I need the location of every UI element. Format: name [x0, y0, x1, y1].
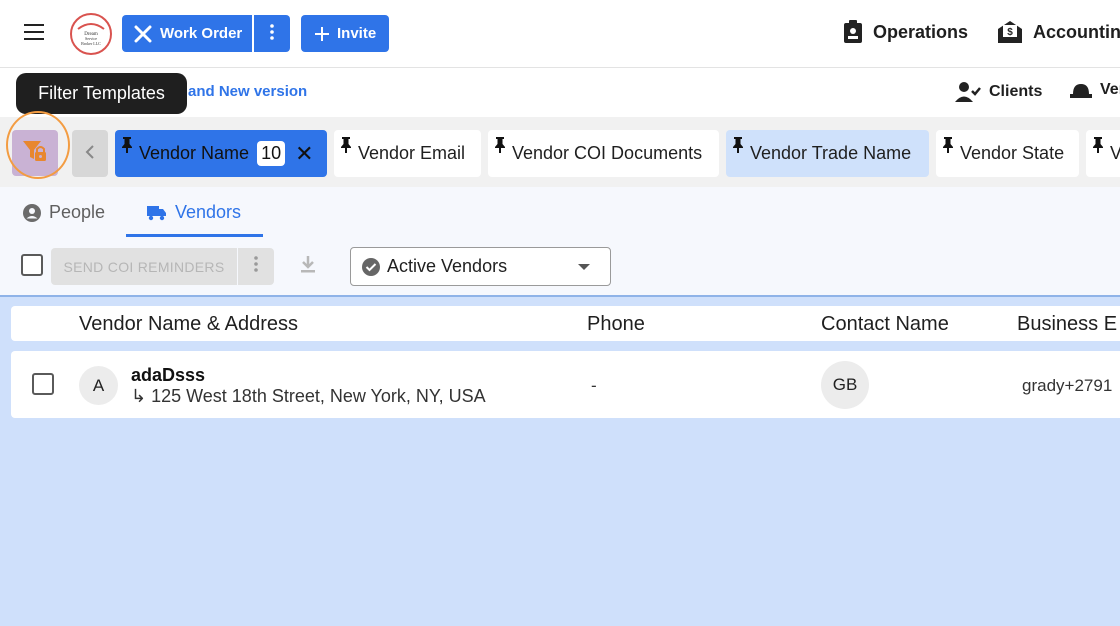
pin-icon: [121, 136, 133, 154]
send-coi-more-button[interactable]: [238, 248, 274, 285]
close-icon[interactable]: ✕: [295, 141, 313, 167]
vendor-status-select[interactable]: Active Vendors: [350, 247, 611, 286]
chip-count-badge: 10: [257, 141, 286, 166]
operations-label: Operations: [873, 21, 969, 42]
filter-chip-vendor-coi-documents[interactable]: Vendor COI Documents: [488, 130, 719, 177]
send-coi-reminders-button[interactable]: SEND COI REMINDERS: [51, 248, 237, 285]
filter-chip-vendor-state[interactable]: Vendor State: [936, 130, 1079, 177]
work-order-label: Work Order: [160, 25, 243, 42]
nav-accounting[interactable]: $ Accountin: [997, 20, 1120, 44]
download-icon[interactable]: [298, 254, 318, 279]
caret-down-icon: [578, 264, 590, 270]
pin-icon: [942, 136, 954, 154]
work-order-button[interactable]: Work Order: [122, 15, 252, 52]
nav-operations[interactable]: Operations: [843, 20, 968, 44]
chip-label: V: [1110, 143, 1120, 163]
business-email-cell: grady+2791: [1022, 376, 1113, 395]
column-header-vendor-name-address[interactable]: Vendor Name & Address: [79, 313, 298, 336]
select-all-checkbox[interactable]: [21, 254, 43, 276]
filter-lock-icon: [22, 139, 48, 168]
pin-icon: [494, 136, 506, 154]
more-vertical-icon: [254, 256, 258, 277]
chip-label: Vendor COI Documents: [512, 143, 703, 163]
vendor-address: ↳ 125 West 18th Street, New York, NY, US…: [131, 386, 486, 406]
clients-label: Clients: [989, 83, 1043, 100]
chip-label: Vendor State: [960, 143, 1065, 163]
clipboard-icon: [843, 20, 863, 44]
phone-cell: -: [591, 376, 597, 395]
accounting-label: Accountin: [1033, 21, 1120, 42]
invite-label: Invite: [337, 25, 377, 42]
tools-icon: [134, 25, 152, 43]
table-area: [0, 295, 1120, 626]
chip-label: Vendor Name: [139, 143, 250, 163]
money-envelope-icon: $: [997, 20, 1023, 44]
vendor-name[interactable]: adaDsss: [131, 365, 205, 386]
nav-vendors[interactable]: Ver: [1070, 81, 1120, 99]
user-check-icon: [955, 81, 981, 103]
column-header-contact-name[interactable]: Contact Name: [821, 313, 949, 336]
column-header-business-email[interactable]: Business E: [1017, 313, 1117, 336]
hard-hat-icon: [1070, 81, 1092, 99]
chevron-left-icon: [85, 143, 95, 164]
menu-icon[interactable]: [24, 24, 46, 42]
tab-vendors-label: Vendors: [175, 202, 242, 222]
nav-clients[interactable]: Clients: [955, 81, 1042, 103]
vendors-nav-label: Ver: [1100, 81, 1120, 98]
filter-chip-vendor-name[interactable]: Vendor Name 10 ✕: [115, 130, 327, 177]
svg-text:Broker LLC: Broker LLC: [81, 41, 101, 46]
pin-icon: [1092, 136, 1104, 154]
new-version-link[interactable]: and New version: [188, 83, 307, 100]
avatar: A: [79, 366, 118, 405]
tab-people[interactable]: People: [23, 202, 105, 223]
scroll-left-button[interactable]: [72, 130, 108, 177]
select-value: Active Vendors: [387, 256, 508, 276]
more-vertical-icon: [270, 23, 274, 44]
row-checkbox[interactable]: [32, 373, 54, 395]
truck-icon: [147, 205, 167, 221]
pin-icon: [732, 136, 744, 154]
svg-text:$: $: [1007, 27, 1013, 38]
plus-icon: [315, 26, 329, 41]
contact-avatar[interactable]: GB: [821, 361, 869, 409]
logo-mark: Dream Service Broker LLC: [77, 23, 105, 46]
chip-label: Vendor Trade Name: [750, 143, 912, 163]
filter-chip-vendor-email[interactable]: Vendor Email: [334, 130, 481, 177]
work-order-more-button[interactable]: [254, 15, 290, 52]
filter-templates-button[interactable]: [12, 130, 58, 176]
tab-people-label: People: [49, 202, 106, 222]
chip-label: Vendor Email: [358, 143, 466, 163]
tab-vendors[interactable]: Vendors: [147, 202, 241, 223]
filter-chip-partial[interactable]: V: [1086, 130, 1120, 177]
check-circle-icon: [361, 257, 381, 277]
filter-templates-tooltip: Filter Templates: [16, 73, 187, 114]
filter-chip-vendor-trade-name[interactable]: Vendor Trade Name: [726, 130, 929, 177]
active-tab-indicator: [126, 234, 263, 237]
pin-icon: [340, 136, 352, 154]
company-logo[interactable]: Dream Service Broker LLC: [70, 13, 112, 55]
column-header-phone[interactable]: Phone: [587, 313, 645, 336]
account-circle-icon: [23, 203, 41, 222]
invite-button[interactable]: Invite: [301, 15, 389, 52]
